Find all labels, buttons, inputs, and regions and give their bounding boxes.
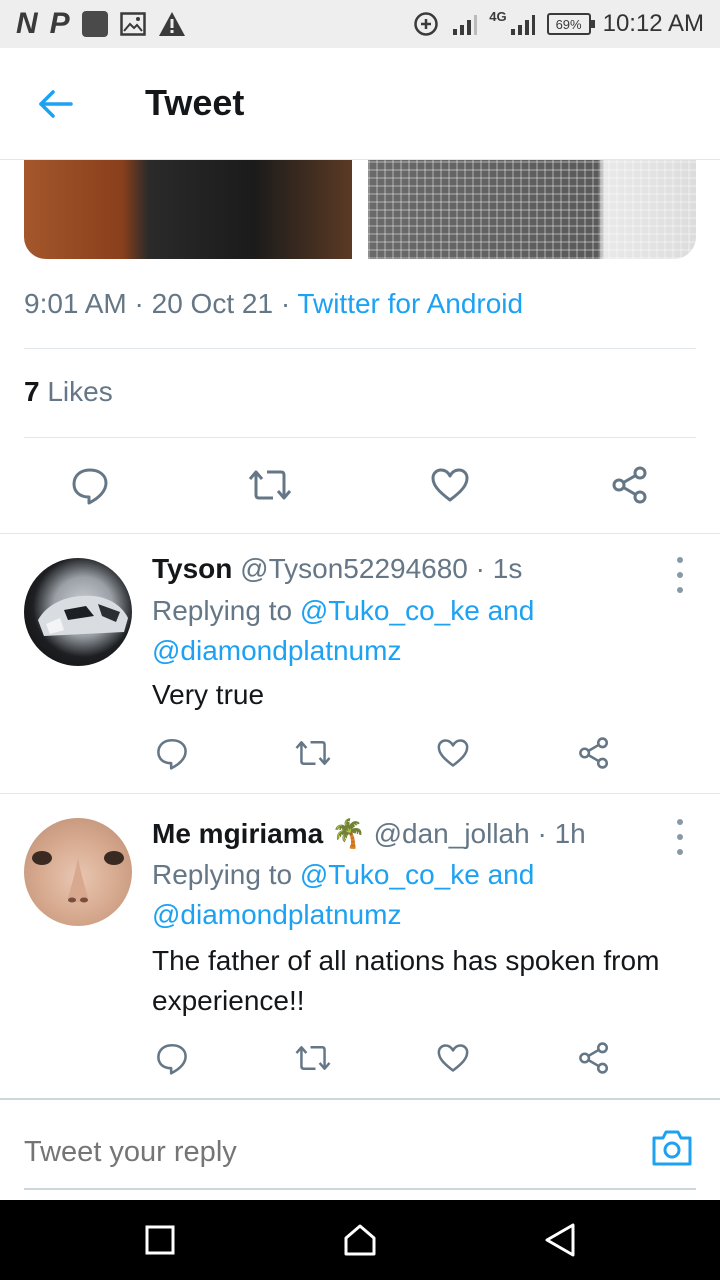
triangle-back-icon (545, 1223, 575, 1257)
reply-text: The father of all nations has spoken fro… (152, 945, 660, 1016)
replying-to-line-2: @diamondplatnumz (152, 899, 401, 931)
share-icon (612, 466, 647, 504)
replying-prefix: Replying to (152, 595, 293, 626)
retweet-icon (248, 470, 292, 500)
reply-icon (157, 738, 187, 770)
data-saver-icon (414, 12, 438, 36)
heart-icon (431, 468, 469, 502)
more-options-button[interactable] (670, 819, 690, 855)
notification-app-icon (81, 11, 108, 37)
share-button[interactable] (570, 1034, 618, 1082)
avatar[interactable] (24, 818, 132, 926)
reply-composer (24, 1130, 696, 1190)
and-text: and (487, 595, 535, 626)
battery-icon: 69% (546, 13, 595, 35)
avatar[interactable] (24, 558, 132, 666)
home-button[interactable] (340, 1220, 380, 1260)
divider (24, 437, 696, 438)
tweet-media (24, 160, 696, 259)
mention-link[interactable]: @diamondplatnumz (152, 635, 401, 666)
arrow-left-icon (39, 90, 73, 118)
reply-button[interactable] (148, 729, 196, 777)
face-photo (32, 851, 124, 903)
image-icon (119, 12, 146, 36)
tweet-time: 9:01 AM (24, 288, 127, 319)
reply-header: Me mgiriama 🌴 @dan_jollah · 1h (152, 817, 586, 850)
notification-n-icon: N (16, 7, 38, 40)
likes-count: 7 (24, 376, 40, 407)
media-photo-2[interactable] (368, 160, 696, 259)
replying-to-line-2: @diamondplatnumz (152, 635, 401, 667)
timestamp: · 1h (537, 818, 586, 849)
and-text: and (487, 859, 535, 890)
replying-to: Replying to @Tuko_co_ke and (152, 595, 534, 627)
back-nav-button[interactable] (540, 1220, 580, 1260)
tweet-date: 20 Oct 21 (151, 288, 274, 319)
reply-input[interactable] (24, 1130, 624, 1174)
retweet-button[interactable] (246, 461, 294, 509)
square-icon (145, 1225, 175, 1255)
divider (24, 348, 696, 349)
share-icon (579, 1042, 609, 1074)
meta-separator: · (134, 288, 144, 319)
divider (0, 1098, 720, 1100)
top-app-bar: Tweet (0, 48, 720, 160)
tweet-source-link[interactable]: Twitter for Android (297, 288, 523, 319)
retweet-icon (295, 1046, 331, 1070)
like-button[interactable] (429, 1034, 477, 1082)
heart-icon (437, 739, 469, 767)
meta-separator-2: · (280, 288, 291, 319)
page-title: Tweet (145, 82, 245, 123)
mention-link[interactable]: @diamondplatnumz (152, 899, 401, 930)
mention-link[interactable]: @Tuko_co_ke (300, 595, 480, 626)
recent-apps-button[interactable] (140, 1220, 180, 1260)
signal-icon (453, 15, 478, 35)
replying-prefix: Replying to (152, 859, 293, 890)
likes-label: Likes (47, 376, 113, 407)
more-options-button[interactable] (670, 557, 690, 593)
like-button[interactable] (429, 729, 477, 777)
reply-tweet[interactable]: Me mgiriama 🌴 @dan_jollah · 1h Replying … (0, 793, 720, 1098)
system-nav-bar (0, 1200, 720, 1280)
heart-icon (437, 1044, 469, 1072)
share-button[interactable] (606, 461, 654, 509)
reply-icon (72, 468, 108, 505)
clock: 10:12 AM (602, 10, 704, 37)
handle[interactable]: @Tyson52294680 (240, 553, 468, 584)
share-button[interactable] (570, 729, 618, 777)
likes-summary[interactable]: 7 Likes (24, 376, 113, 408)
reply-button[interactable] (66, 461, 114, 509)
reply-text: Very true (152, 679, 265, 710)
timestamp: · 1s (475, 553, 523, 584)
handle[interactable]: @dan_jollah (374, 818, 530, 849)
palm-tree-emoji: 🌴 (330, 818, 366, 849)
camera-icon (652, 1130, 692, 1166)
notification-p-icon: P (49, 7, 70, 40)
retweet-button[interactable] (289, 1034, 337, 1082)
mention-link[interactable]: @Tuko_co_ke (300, 859, 480, 890)
car-photo (38, 595, 128, 636)
display-name[interactable]: Me mgiriama (152, 818, 323, 849)
camera-button[interactable] (650, 1128, 694, 1172)
media-photo-1[interactable] (24, 160, 352, 259)
reply-icon (157, 1043, 187, 1075)
replying-to: Replying to @Tuko_co_ke and (152, 859, 534, 891)
status-bar: N P 4G 69% 10:12 AM (0, 0, 720, 48)
battery-level: 69% (555, 16, 582, 32)
tweet-meta: 9:01 AM · 20 Oct 21 · Twitter for Androi… (24, 288, 523, 320)
signal-icon-2 (510, 15, 535, 35)
retweet-icon (295, 741, 331, 765)
display-name[interactable]: Tyson (152, 553, 232, 584)
retweet-button[interactable] (289, 729, 337, 777)
back-button[interactable] (30, 78, 82, 130)
network-type-label: 4G (489, 8, 507, 24)
reply-button[interactable] (148, 1034, 196, 1082)
share-icon (579, 737, 609, 769)
warning-icon (158, 12, 185, 36)
like-button[interactable] (426, 461, 474, 509)
home-icon (344, 1224, 376, 1256)
reply-tweet[interactable]: Tyson @Tyson52294680 · 1s Replying to @T… (0, 533, 720, 793)
reply-header: Tyson @Tyson52294680 · 1s (152, 553, 522, 585)
